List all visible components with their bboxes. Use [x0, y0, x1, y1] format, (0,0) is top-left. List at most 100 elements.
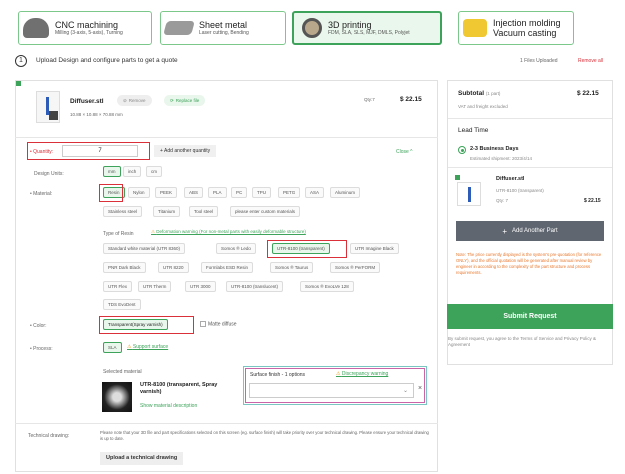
tab-title: Injection molding [493, 18, 561, 28]
unit-cm[interactable]: cm [146, 166, 162, 177]
resin-formlabs-esd[interactable]: Formlabs ESD Resin [201, 262, 254, 273]
material-nylon[interactable]: Nylon [128, 187, 150, 198]
material-abs[interactable]: ABS [184, 187, 204, 198]
matte-diffuse-option[interactable]: Matte diffuse [200, 321, 237, 327]
cnc-icon [23, 18, 49, 38]
color-selected-highlight [99, 316, 194, 334]
clear-icon[interactable]: × [418, 385, 422, 392]
lead-time-label: Lead Time [458, 127, 489, 134]
part-row-marker [16, 81, 21, 86]
resin-somos-perform[interactable]: Somos ® PerFORM [330, 262, 381, 273]
material-tool-steel[interactable]: Tool steel [189, 206, 219, 217]
discrepancy-warning-text: Discrepancy warning [341, 371, 389, 377]
resin-utr-3000[interactable]: UTR 3000 [185, 281, 216, 292]
show-material-description[interactable]: Show material description [140, 403, 197, 409]
resin-type-label: Type of Resin [103, 231, 134, 237]
replace-file-button[interactable]: ⟳ Replace file [164, 95, 206, 106]
resin-pnr-dark-black[interactable]: PNR Dark Black [103, 262, 146, 273]
divider [15, 423, 438, 424]
support-surface-link[interactable]: ⚠ Support surface [127, 344, 168, 350]
tab-3d-printing[interactable]: 3D printing FDM, SLA, SLS, MJF, DMLS, Po… [292, 11, 442, 45]
unit-mm[interactable]: mm [103, 166, 121, 177]
tab-title: Sheet metal [199, 19, 248, 30]
tab-subtitle: Laser cutting, Bending [199, 29, 249, 36]
subtotal-label: Subtotal (1 part) [458, 90, 500, 97]
resin-utr-therm[interactable]: UTR Therm [138, 281, 172, 292]
divider [448, 167, 612, 168]
tab-cnc-machining[interactable]: CNC machining Milling (3-axis, 5-axis), … [18, 11, 152, 45]
upload-drawing-button[interactable]: Upload a technical drawing [100, 452, 184, 465]
tab-injection-molding[interactable]: Injection molding Vacuum casting [458, 11, 574, 45]
tab-subtitle: Milling (3-axis, 5-axis), Turning [55, 29, 123, 36]
resin-somos-taurus[interactable]: Somos ® Taurus [270, 262, 314, 273]
remove-all-link[interactable]: Remove all [578, 58, 603, 64]
tab-sheet-metal[interactable]: Sheet metal Laser cutting, Bending [160, 11, 286, 45]
process-sla[interactable]: SLA [103, 342, 122, 353]
process-label: • Process: [30, 346, 53, 352]
vat-note: VAT and freight excluded [458, 104, 508, 109]
lead-time-radio[interactable] [458, 146, 466, 154]
tab-title: CNC machining [55, 19, 119, 30]
material-resin-highlight [99, 184, 123, 202]
material-pla[interactable]: PLA [208, 187, 227, 198]
step-badge: 1 [15, 55, 27, 67]
material-peek[interactable]: PEEK [155, 187, 178, 198]
part-price: $ 22.15 [400, 96, 422, 103]
resin-utr-8100-translucent[interactable]: UTR-8100 (translucent) [226, 281, 284, 292]
discrepancy-warning-link[interactable]: ⚠ Discrepancy warning [336, 371, 388, 377]
close-config-link[interactable]: Close ^ [396, 149, 413, 155]
unit-inch[interactable]: inch [123, 166, 142, 177]
material-custom[interactable]: please enter custom materials [230, 206, 301, 217]
deformation-warning-link[interactable]: ⚠ Deformation warning (For non-metal par… [151, 229, 306, 235]
replace-label: Replace file [175, 98, 200, 103]
material-label: • Material: [30, 191, 53, 197]
files-uploaded-count: 1 Files Uploaded [520, 58, 558, 64]
material-aluminum[interactable]: Aluminum [330, 187, 361, 198]
plus-icon: + [502, 226, 507, 236]
material-asa[interactable]: ASA [305, 187, 325, 198]
surface-finish-label: Surface finish - 1 options [250, 372, 306, 378]
resin-selected-highlight [267, 240, 347, 258]
material-petg[interactable]: PETG [278, 187, 301, 198]
checkbox-icon[interactable] [200, 321, 206, 327]
terms-note[interactable]: By submit request, you agree to the Term… [448, 336, 608, 348]
selected-material-label: Selected material [103, 369, 142, 375]
lead-time-option: 2-3 Business Days [470, 146, 519, 152]
design-units-label: Design Units: [34, 171, 64, 177]
subtotal-text: Subtotal [458, 90, 484, 97]
material-tpu[interactable]: TPU [252, 187, 271, 198]
divider [448, 118, 612, 119]
deformation-warning-text: Deformation warning (For non-metal parts… [156, 229, 306, 234]
summary-item-thumbnail [457, 182, 481, 206]
resin-utr-8220[interactable]: UTR 8220 [158, 262, 189, 273]
add-quantity-button[interactable]: + Add another quantity [154, 145, 217, 157]
resin-utr-flex[interactable]: UTR Flex [103, 281, 132, 292]
summary-item-qty: Qty: 7 [496, 198, 509, 203]
material-titanium[interactable]: Titanium [153, 206, 181, 217]
add-another-part-button[interactable]: + Add Another Part [456, 221, 604, 241]
surface-finish-select[interactable]: ⌄ [249, 383, 414, 398]
color-label: • Color: [30, 323, 47, 329]
resin-standard-white[interactable]: Standard white material (UTR 8360) [103, 243, 186, 254]
part-config-panel [15, 80, 438, 472]
price-note: Note: The price currently displayed is t… [456, 252, 602, 275]
resin-utr-imagine-black[interactable]: UTR Imagine Black [350, 243, 399, 254]
sheet-metal-icon [163, 21, 195, 35]
submit-request-button[interactable]: Submit Request [447, 304, 613, 329]
chevron-down-icon: ⌄ [402, 388, 408, 394]
subtotal-parts: (1 part) [485, 91, 501, 96]
summary-item-material: UTR-8100 (transparent) [496, 188, 544, 193]
3d-printing-icon [302, 18, 322, 38]
remove-icon: ⊘ [123, 97, 127, 103]
material-stainless-steel[interactable]: Stainless steel [103, 206, 143, 217]
material-pc[interactable]: PC [231, 187, 248, 198]
part-thumbnail [36, 91, 60, 123]
remove-part-button[interactable]: ⊘ Remove [117, 95, 152, 106]
add-part-label: Add Another Part [511, 228, 558, 234]
resin-somos-evolve[interactable]: Somos ® EvoLVe 128 [300, 281, 354, 292]
radio-dot [460, 148, 464, 152]
resin-tds-evodent[interactable]: TDS EvoDent [103, 299, 141, 310]
technical-drawing-note: Please note that your 3D file and part s… [100, 430, 429, 441]
resin-somos-ledo[interactable]: Somos ® Ledo [216, 243, 256, 254]
divider [15, 137, 438, 138]
